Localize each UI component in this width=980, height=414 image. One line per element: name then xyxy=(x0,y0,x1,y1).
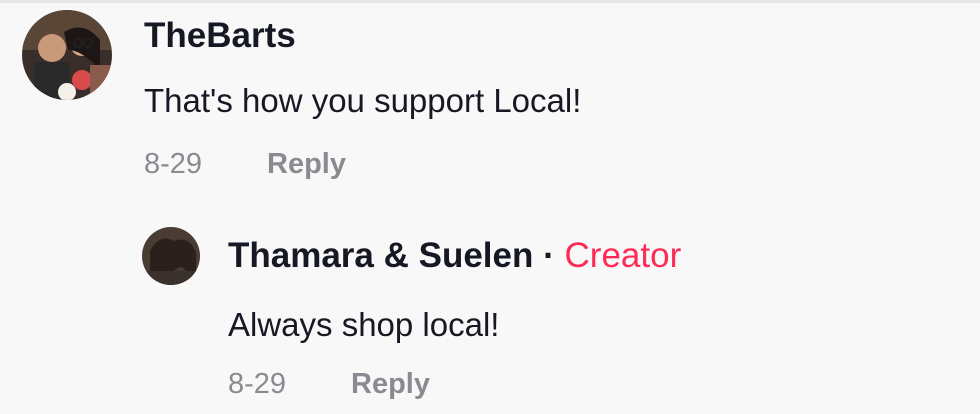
reply-date: 8-29 xyxy=(228,368,287,400)
reply-text: Always shop local! xyxy=(228,306,500,343)
separator-dot: · xyxy=(543,236,555,275)
avatar[interactable] xyxy=(142,227,200,285)
comment-username[interactable]: TheBarts xyxy=(144,16,296,56)
reply-button[interactable]: Reply xyxy=(351,368,430,401)
reply-username: Thamara & Suelen · Creator xyxy=(228,236,681,276)
reply-username-name[interactable]: Thamara & Suelen xyxy=(228,236,533,275)
comment-text: That's how you support Local! xyxy=(144,82,582,119)
user-avatar-photo-icon xyxy=(142,227,200,285)
top-divider xyxy=(0,0,980,3)
comment-date: 8-29 xyxy=(144,148,203,180)
creator-badge: Creator xyxy=(564,236,682,275)
reply-button[interactable]: Reply xyxy=(267,148,346,181)
user-avatar-photo-icon xyxy=(22,10,112,100)
avatar[interactable] xyxy=(22,10,112,100)
